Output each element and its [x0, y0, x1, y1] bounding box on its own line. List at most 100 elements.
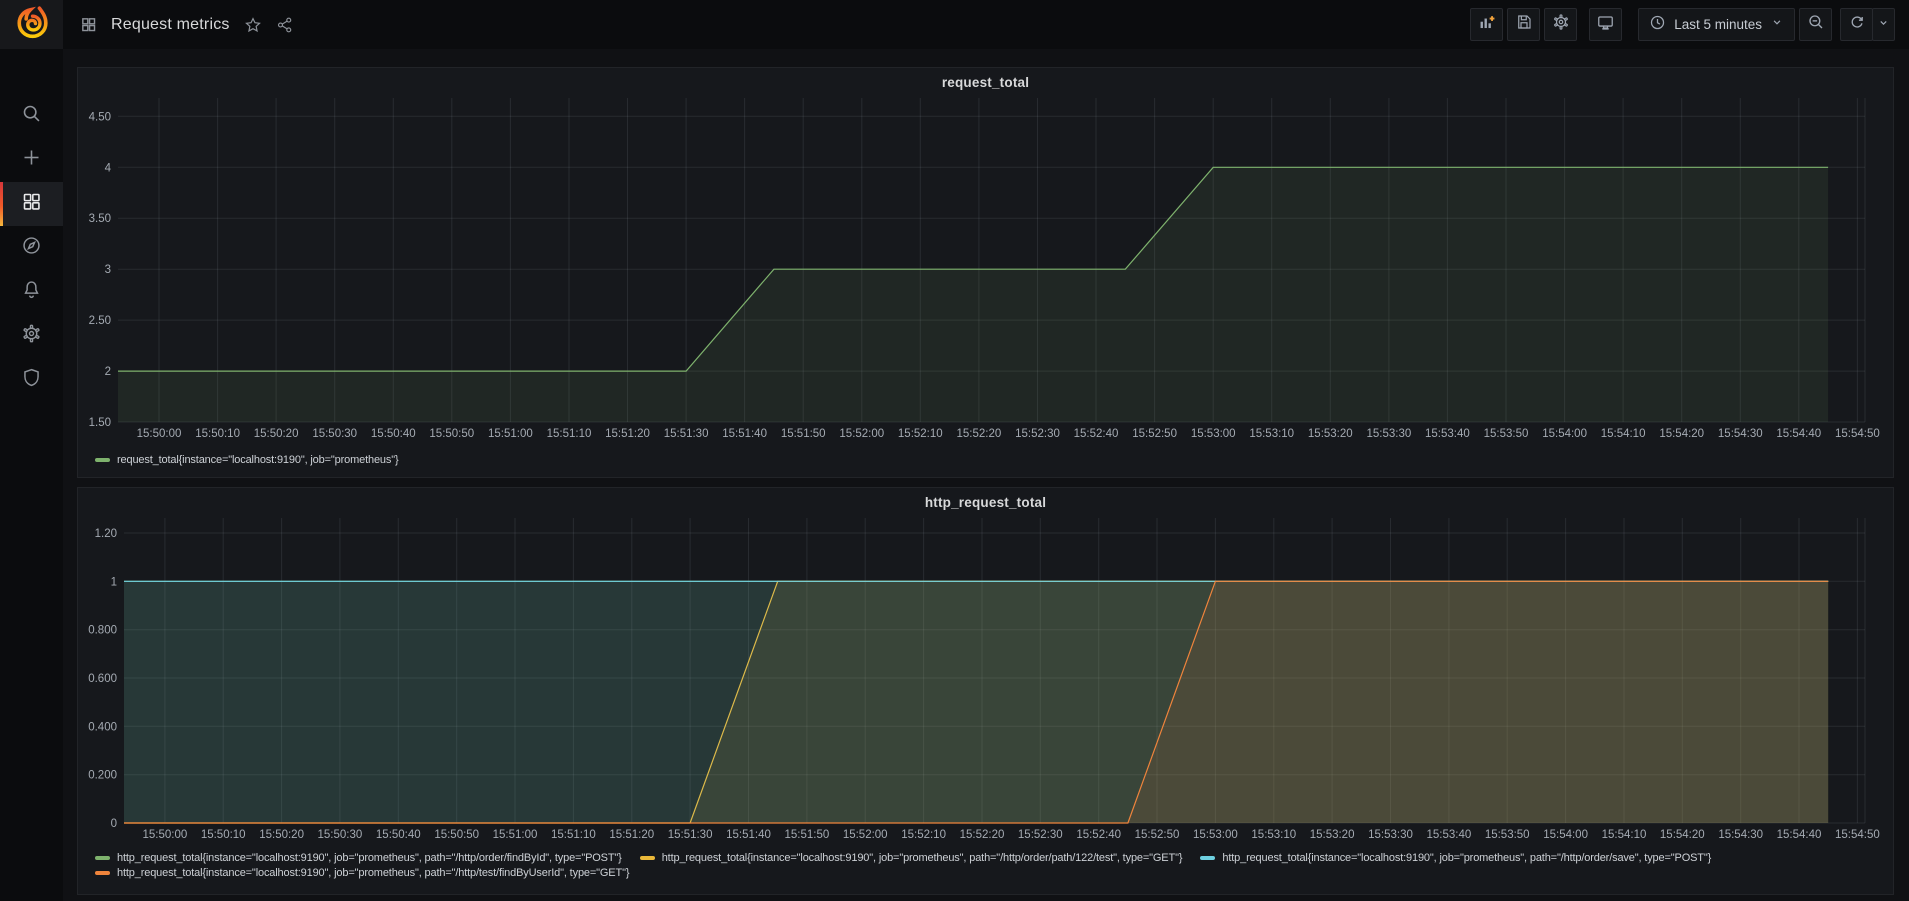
- sidebar-item-configuration[interactable]: [0, 314, 63, 358]
- svg-text:15:54:20: 15:54:20: [1660, 829, 1705, 841]
- save-dashboard-button[interactable]: [1507, 8, 1540, 41]
- gear-icon: [21, 323, 42, 349]
- dashboard-canvas: request_total 4.5043.5032.5021.5015:50:0…: [63, 49, 1909, 901]
- time-range-picker[interactable]: Last 5 minutes: [1638, 8, 1795, 41]
- svg-text:15:51:10: 15:51:10: [551, 829, 596, 841]
- grafana-logo-button[interactable]: [0, 0, 63, 49]
- monitor-icon: [1596, 13, 1615, 37]
- dashboard-settings-button[interactable]: [1544, 8, 1577, 41]
- svg-text:15:50:00: 15:50:00: [137, 428, 182, 440]
- gear-icon: [1552, 13, 1570, 36]
- search-icon: [21, 103, 42, 129]
- svg-text:2: 2: [105, 366, 111, 378]
- svg-text:15:53:50: 15:53:50: [1485, 829, 1530, 841]
- svg-text:15:52:40: 15:52:40: [1074, 428, 1119, 440]
- add-panel-button[interactable]: [1470, 8, 1503, 41]
- legend-item[interactable]: http_request_total{instance="localhost:9…: [1200, 852, 1711, 864]
- svg-text:15:53:10: 15:53:10: [1251, 829, 1296, 841]
- clock-icon: [1649, 14, 1666, 36]
- dashboard-navbar: Request metrics: [63, 0, 1909, 49]
- svg-text:15:51:00: 15:51:00: [488, 428, 533, 440]
- svg-text:4: 4: [105, 162, 112, 174]
- svg-text:15:50:10: 15:50:10: [195, 428, 240, 440]
- svg-text:15:51:30: 15:51:30: [668, 829, 713, 841]
- sidebar-item-create[interactable]: [0, 138, 63, 182]
- svg-text:15:52:40: 15:52:40: [1076, 829, 1121, 841]
- save-icon: [1515, 13, 1533, 36]
- legend-series-marker: [95, 871, 110, 875]
- svg-text:15:51:10: 15:51:10: [547, 428, 592, 440]
- time-range-label: Last 5 minutes: [1674, 17, 1762, 32]
- svg-text:1: 1: [111, 576, 117, 588]
- svg-text:15:51:30: 15:51:30: [664, 428, 709, 440]
- legend-series-label: http_request_total{instance="localhost:9…: [1222, 852, 1711, 864]
- svg-text:15:52:10: 15:52:10: [901, 829, 946, 841]
- legend-item[interactable]: http_request_total{instance="localhost:9…: [95, 867, 629, 879]
- svg-text:0.400: 0.400: [88, 721, 117, 733]
- sidebar-item-dashboards[interactable]: [0, 182, 63, 226]
- sidebar-menu: [0, 94, 63, 402]
- svg-text:15:54:10: 15:54:10: [1602, 829, 1647, 841]
- cycle-view-mode-button[interactable]: [1589, 8, 1622, 41]
- chevron-down-icon: [1770, 15, 1784, 34]
- star-icon[interactable]: [244, 16, 262, 34]
- sidebar-item-search[interactable]: [0, 94, 63, 138]
- chart-canvas[interactable]: 4.5043.5032.5021.5015:50:0015:50:1015:50…: [78, 68, 1893, 448]
- dashboard-title[interactable]: Request metrics: [111, 16, 230, 34]
- sidebar-item-alerting[interactable]: [0, 270, 63, 314]
- svg-text:15:54:10: 15:54:10: [1601, 428, 1646, 440]
- svg-text:15:54:40: 15:54:40: [1777, 829, 1822, 841]
- svg-text:15:52:20: 15:52:20: [957, 428, 1002, 440]
- svg-text:15:52:50: 15:52:50: [1135, 829, 1180, 841]
- svg-text:15:53:00: 15:53:00: [1191, 428, 1236, 440]
- legend-item[interactable]: request_total{instance="localhost:9190",…: [95, 454, 399, 466]
- svg-text:15:54:50: 15:54:50: [1835, 829, 1880, 841]
- chart-legend: http_request_total{instance="localhost:9…: [95, 852, 1711, 879]
- svg-text:15:53:20: 15:53:20: [1310, 829, 1355, 841]
- legend-series-label: http_request_total{instance="localhost:9…: [117, 867, 629, 879]
- legend-item[interactable]: http_request_total{instance="localhost:9…: [95, 852, 622, 864]
- zoom-out-button[interactable]: [1799, 8, 1832, 41]
- legend-item[interactable]: http_request_total{instance="localhost:9…: [640, 852, 1183, 864]
- chevron-down-icon: [1877, 16, 1890, 34]
- svg-text:15:54:30: 15:54:30: [1718, 829, 1763, 841]
- svg-text:0: 0: [111, 818, 117, 830]
- legend-series-label: http_request_total{instance="localhost:9…: [117, 852, 622, 864]
- panel-request-total: request_total 4.5043.5032.5021.5015:50:0…: [77, 67, 1894, 478]
- svg-text:15:54:00: 15:54:00: [1543, 829, 1588, 841]
- svg-text:15:51:50: 15:51:50: [781, 428, 826, 440]
- svg-text:15:53:30: 15:53:30: [1367, 428, 1412, 440]
- svg-text:0.200: 0.200: [88, 770, 117, 782]
- bell-icon: [21, 279, 42, 305]
- svg-text:15:54:40: 15:54:40: [1776, 428, 1821, 440]
- svg-text:3.50: 3.50: [89, 213, 111, 225]
- refresh-button[interactable]: [1840, 8, 1873, 41]
- svg-text:15:50:50: 15:50:50: [429, 428, 474, 440]
- svg-text:15:50:10: 15:50:10: [201, 829, 246, 841]
- compass-icon: [21, 235, 42, 261]
- sidebar-item-explore[interactable]: [0, 226, 63, 270]
- svg-text:15:52:30: 15:52:30: [1015, 428, 1060, 440]
- svg-text:15:51:40: 15:51:40: [726, 829, 771, 841]
- dashboards-icon: [21, 191, 42, 217]
- legend-series-label: request_total{instance="localhost:9190",…: [117, 454, 399, 466]
- legend-row: request_total{instance="localhost:9190",…: [95, 454, 399, 466]
- add-panel-icon: [1477, 13, 1496, 37]
- refresh-interval-dropdown[interactable]: [1872, 8, 1895, 41]
- svg-text:15:54:30: 15:54:30: [1718, 428, 1763, 440]
- shield-icon: [21, 367, 42, 393]
- svg-text:0.800: 0.800: [88, 625, 117, 637]
- svg-text:15:53:00: 15:53:00: [1193, 829, 1238, 841]
- svg-text:15:54:50: 15:54:50: [1835, 428, 1880, 440]
- share-icon[interactable]: [276, 16, 294, 34]
- sidebar-item-server-admin[interactable]: [0, 358, 63, 402]
- svg-text:15:52:00: 15:52:00: [843, 829, 888, 841]
- svg-text:0.600: 0.600: [88, 673, 117, 685]
- svg-text:4.50: 4.50: [89, 111, 111, 123]
- svg-text:1.50: 1.50: [89, 417, 111, 429]
- svg-text:15:52:00: 15:52:00: [839, 428, 884, 440]
- chart-canvas[interactable]: 1.2010.8000.6000.4000.200015:50:0015:50:…: [78, 488, 1893, 848]
- svg-text:15:52:20: 15:52:20: [960, 829, 1005, 841]
- svg-text:15:50:50: 15:50:50: [434, 829, 479, 841]
- svg-text:15:51:50: 15:51:50: [785, 829, 830, 841]
